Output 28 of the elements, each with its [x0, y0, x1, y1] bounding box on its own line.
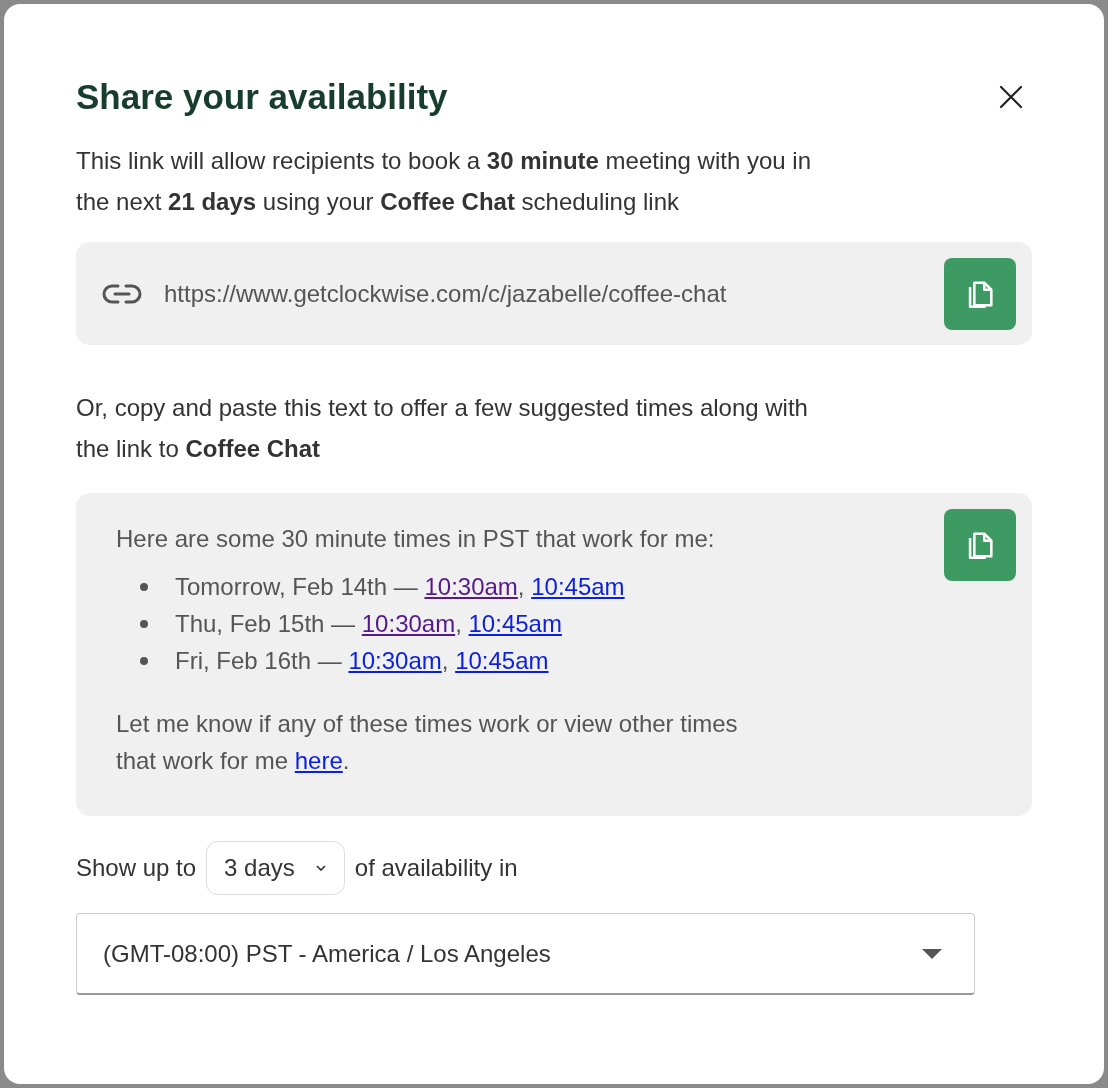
bullet-icon: [140, 619, 148, 628]
days-dropdown[interactable]: 3 days: [206, 841, 345, 895]
description-text: Or, copy and paste this text to offer a few suggested times along with the link to Coffee Chat: [76, 393, 809, 464]
chevron-down-icon: [314, 864, 327, 872]
dialog-title: Share your availability: [76, 76, 448, 118]
label-text: of availability in: [354, 853, 518, 883]
here-link[interactable]: here: [294, 747, 343, 774]
description-text: This link will allow recipients to book a 30 minute meeting with you in the next 21 days using your Coffee Chat scheduling link: [76, 146, 812, 217]
close-icon: [999, 85, 1023, 109]
time-link[interactable]: 10:30am: [424, 572, 518, 600]
message-text: Here are some 30 minute times in PST that work for me:: [116, 524, 715, 554]
bullet-icon: [140, 582, 148, 591]
timezone-dropdown[interactable]: (GMT-08:00) PST - America / Los Angeles: [76, 913, 975, 995]
time-link[interactable]: 10:30am: [348, 646, 442, 674]
link-url: https://www.getclockwise.com/c/jazabelle/coffee-chat: [164, 278, 728, 309]
bullet-icon: [140, 656, 148, 665]
time-link[interactable]: 10:45am: [531, 572, 625, 600]
label-text: Show up to: [76, 853, 197, 883]
time-slot-item: Thu, Feb 15th — 10:30am, 10:45am: [175, 608, 562, 639]
copy-button[interactable]: [944, 509, 1016, 581]
time-slot-item: Fri, Feb 16th — 10:30am, 10:45am: [175, 645, 549, 676]
caret-down-icon: [922, 948, 942, 959]
time-link[interactable]: 10:45am: [468, 609, 562, 637]
time-link[interactable]: 10:45am: [455, 646, 549, 674]
message-text: Let me know if any of these times work or view other times that work for me here.: [116, 709, 739, 776]
time-slot-item: Tomorrow, Feb 14th — 10:30am, 10:45am: [175, 571, 625, 602]
time-link[interactable]: 10:30am: [361, 609, 456, 637]
copy-button[interactable]: [944, 257, 1016, 330]
